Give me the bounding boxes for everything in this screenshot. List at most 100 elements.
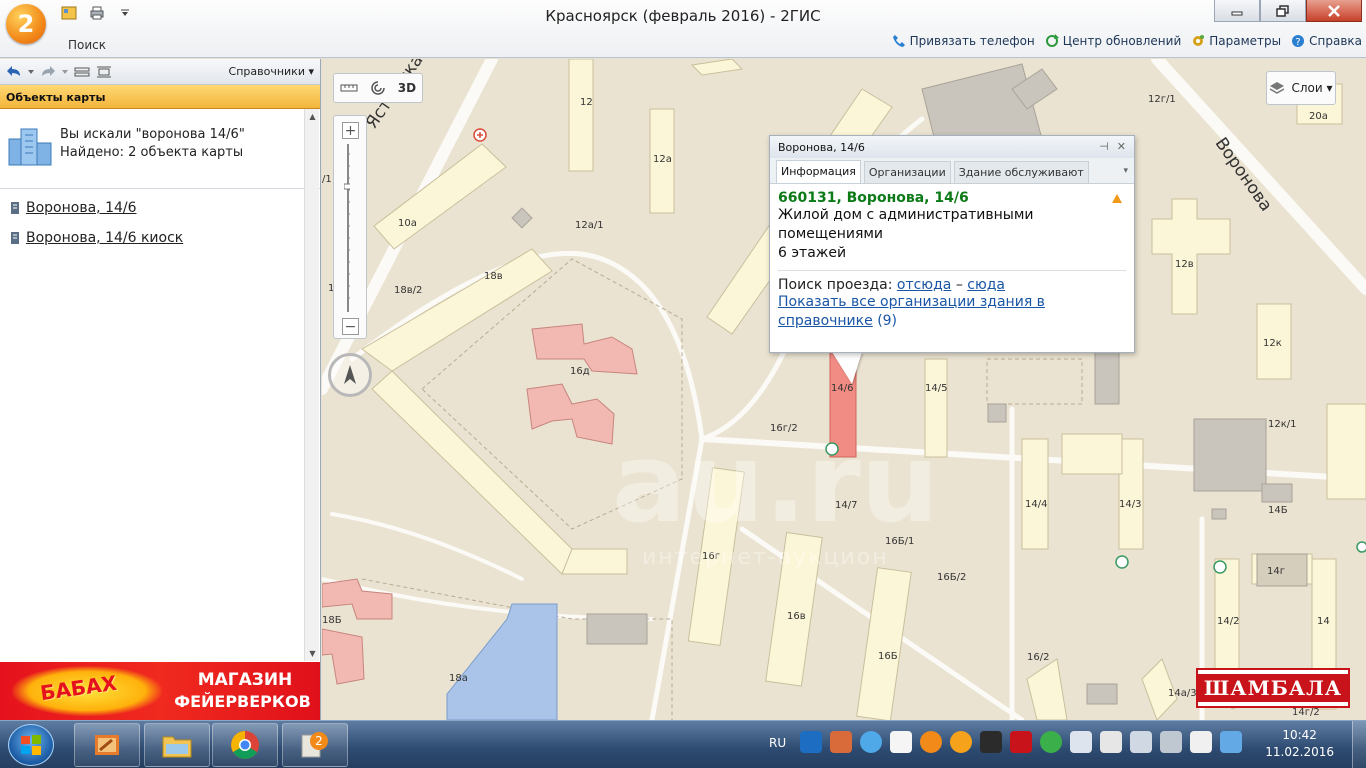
chevron-down-icon[interactable] [28,65,34,79]
2gis-tray-icon[interactable] [920,731,942,753]
result-link[interactable]: Воронова, 14/6 киоск [26,230,183,246]
ad-banner-shambala[interactable]: ШАМБАЛА [1195,668,1351,708]
language-indicator[interactable]: RU [769,736,786,750]
all-orgs-row: Показать все организации здания в справо… [778,293,1126,331]
start-button[interactable] [8,724,54,766]
monitor-tray-icon[interactable] [1130,731,1152,753]
link-help[interactable]: ? Справка [1291,34,1362,48]
taskbar-app-explorer[interactable] [144,723,210,767]
link-update-center-label: Центр обновлений [1062,34,1182,48]
link-bind-phone[interactable]: Привязать телефон [892,34,1035,48]
map-view[interactable]: Ястынская Воронова 12 12а 12а/1 10а 18в … [322,59,1366,720]
popup-tabs: Информация Организации Здание обслуживаю… [770,158,1134,184]
globe-tray-icon[interactable] [1040,731,1062,753]
printer-tray-icon[interactable] [1160,731,1182,753]
clock[interactable]: 10:42 11.02.2016 [1265,727,1334,761]
tab-organizations[interactable]: Организации [863,161,951,183]
popup-title: Воронова, 14/6 [778,141,865,154]
close-button[interactable] [1306,0,1362,22]
tab-information[interactable]: Информация [776,160,861,183]
volume-icon[interactable] [1070,731,1092,753]
system-tray [800,731,1242,753]
compass[interactable] [328,353,372,397]
list-view-icon[interactable] [96,65,112,79]
popup-address: 660131, Воронова, 14/6 [778,190,969,206]
result-link[interactable]: Воронова, 14/6 [26,200,137,216]
help-icon: ? [1292,35,1305,48]
building-label: 14а/3 [1168,688,1197,699]
flag-icon[interactable] [1190,731,1212,753]
route-search: Поиск проезда: отсюда – сюда [778,277,1126,293]
link-update-center[interactable]: Центр обновлений [1045,34,1181,48]
buildings-icon [8,128,52,166]
building-label: 18а [449,673,468,684]
taskbar-app-tools[interactable] [74,723,140,767]
odnoklassniki-tray-icon[interactable] [950,731,972,753]
ad-banner-fireworks[interactable]: БАБАХ МАГАЗИН ФЕЙЕРВЕРКОВ [0,662,320,720]
zoom-slider[interactable] [344,144,350,312]
show-desktop-button[interactable] [1352,721,1366,768]
back-icon[interactable] [6,65,22,79]
windows-logo-icon [21,735,41,755]
building-label: 14 [1317,616,1330,627]
rotate-icon[interactable] [370,80,386,96]
warning-icon[interactable] [1112,194,1122,203]
building-label: 12в [1175,259,1194,270]
display-tray-icon[interactable] [980,731,1002,753]
link-settings[interactable]: Параметры [1191,34,1281,48]
list-item[interactable]: Воронова, 14/6 [10,193,320,223]
tab-building-services[interactable]: Здание обслуживают [953,161,1089,183]
taskbar-app-chrome[interactable] [212,723,278,767]
taskbar-app-2gis[interactable]: 2 [282,723,348,767]
chevron-down-icon[interactable] [62,65,68,79]
clock-date: 11.02.2016 [1265,745,1334,759]
tools-tray-icon[interactable] [830,731,852,753]
panel-scrollbar[interactable]: ▲ ▼ [304,109,319,661]
tabs-overflow-icon[interactable]: ▾ [1123,166,1128,176]
m-app-tray-icon[interactable] [800,731,822,753]
network-icon[interactable] [1220,731,1242,753]
ruler-icon[interactable] [340,83,358,93]
banner-line2: ФЕЙЕРВЕРКОВ [174,692,311,711]
maximize-button[interactable] [1260,0,1306,22]
close-icon[interactable]: ✕ [1117,140,1126,153]
route-to-link[interactable]: сюда [967,277,1005,293]
svg-text:?: ? [1295,37,1300,48]
forward-icon[interactable] [40,65,56,79]
directory-dropdown[interactable]: Справочники ▾ [229,65,314,78]
building-label: 12к/1 [1268,419,1297,430]
results-list: Воронова, 14/6 Воронова, 14/6 киоск [0,189,320,253]
top-links: Привязать телефон Центр обновлений Парам… [892,34,1362,48]
cloud-tray-icon[interactable] [860,731,882,753]
scroll-up-icon[interactable]: ▲ [305,109,320,124]
pdf-tray-icon[interactable] [1010,731,1032,753]
zoom-in-button[interactable]: + [342,122,359,139]
building-label: 10а [398,218,417,229]
all-orgs-link[interactable]: Показать все организации здания в справо… [778,294,1045,329]
layers-button[interactable]: Слои ▾ [1266,71,1336,105]
gear-icon [1193,35,1205,46]
building-label: 16/2 [1027,652,1050,663]
folder-icon [162,736,192,758]
collapse-icon[interactable] [74,65,90,79]
windows-tray-icon[interactable] [890,731,912,753]
list-item[interactable]: Воронова, 14/6 киоск [10,223,320,253]
building-label: 14Б [1268,505,1288,516]
link-help-label: Справка [1309,34,1362,48]
banner-right-text: ШАМБАЛА [1195,674,1351,702]
search-summary: Вы искали "воронова 14/6" Найдено: 2 объ… [0,109,320,189]
minimize-button[interactable] [1214,0,1260,22]
info-popup: Воронова, 14/6 ⊣ ✕ Информация Организаци… [769,135,1135,353]
search-tab-label[interactable]: Поиск [68,38,106,52]
usb-tray-icon[interactable] [1100,731,1122,753]
pin-icon[interactable]: ⊣ [1099,140,1109,153]
building-label: 12 [580,97,593,108]
route-from-link[interactable]: отсюда [897,277,951,293]
building-label: 16д [570,366,590,377]
search-count: Найдено: 2 объекта карты [60,145,244,160]
watermark: au.ru [612,419,939,547]
scroll-down-icon[interactable]: ▼ [305,646,320,661]
threed-button[interactable]: 3D [398,81,416,95]
popup-description-line1: Жилой дом с административными [778,207,1034,223]
zoom-out-button[interactable]: − [342,318,359,335]
